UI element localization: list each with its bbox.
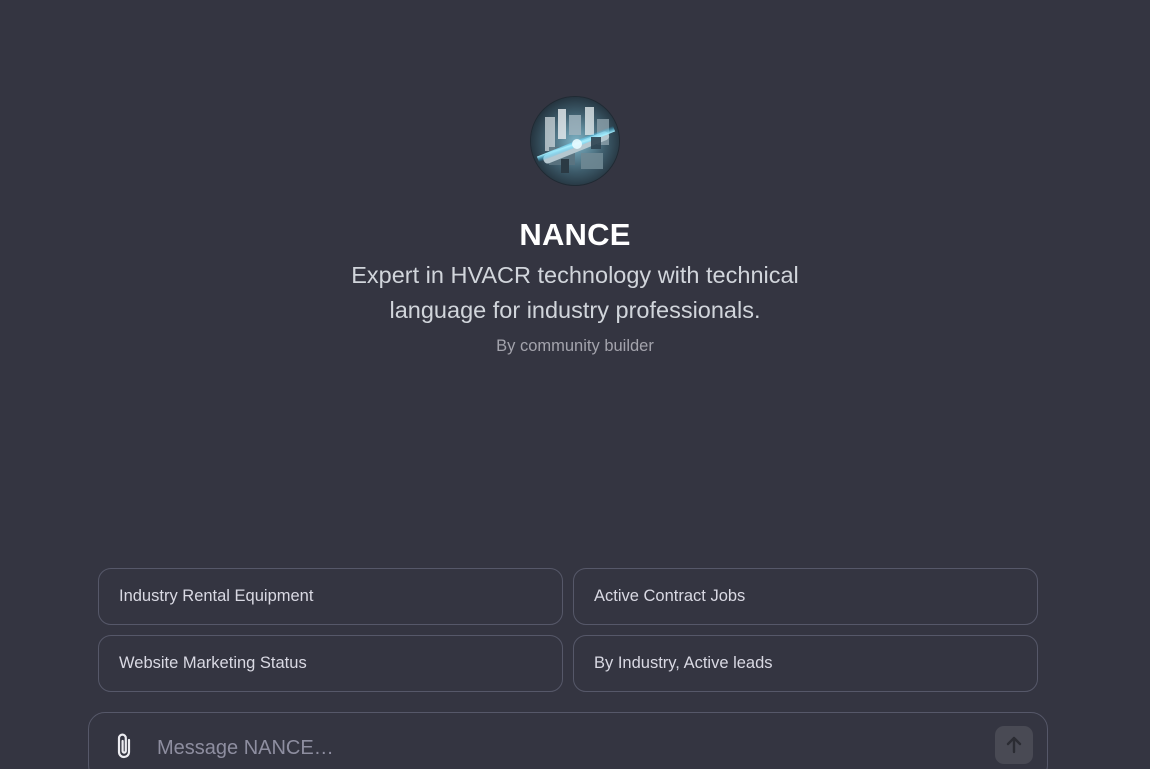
hvacr-tech-avatar-icon — [531, 97, 619, 185]
gpt-profile: NANCE Expert in HVACR technology with te… — [0, 96, 1150, 356]
attach-button[interactable] — [111, 731, 139, 767]
send-button[interactable] — [995, 726, 1033, 764]
paperclip-icon — [117, 733, 131, 759]
starter-active-leads-by-industry[interactable]: By Industry, Active leads — [573, 635, 1038, 692]
starter-industry-rental-equipment[interactable]: Industry Rental Equipment — [98, 568, 563, 625]
starter-website-marketing-status[interactable]: Website Marketing Status — [98, 635, 563, 692]
arrow-up-icon — [1006, 736, 1022, 754]
chat-page: NANCE Expert in HVACR technology with te… — [0, 0, 1150, 769]
gpt-description: Expert in HVACR technology with technica… — [351, 262, 799, 323]
conversation-starters: Industry Rental Equipment Active Contrac… — [98, 568, 1038, 692]
gpt-author: By community builder — [496, 337, 654, 355]
gpt-name: NANCE — [519, 217, 631, 252]
gpt-avatar — [530, 96, 620, 186]
message-composer — [88, 712, 1048, 769]
starter-active-contract-jobs[interactable]: Active Contract Jobs — [573, 568, 1038, 625]
message-input[interactable] — [157, 733, 977, 763]
